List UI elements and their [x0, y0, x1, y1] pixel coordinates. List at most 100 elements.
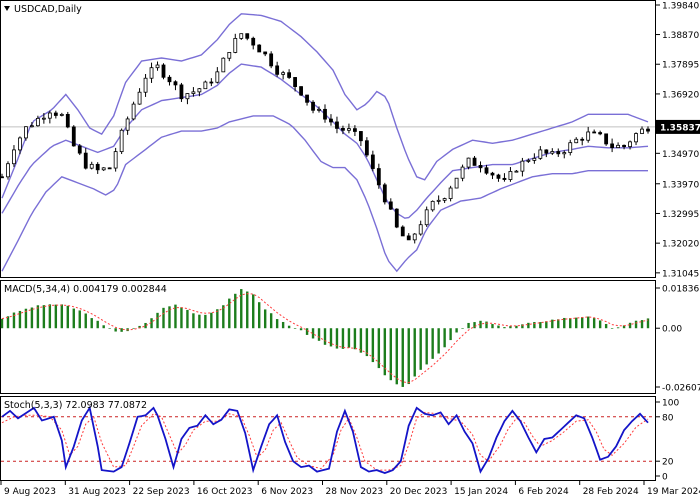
x-axis-label: 28 Nov 2023: [326, 487, 384, 497]
macd-histogram-bar: [263, 309, 267, 329]
stoch-tick-label: 80: [662, 413, 674, 423]
candle-body: [197, 88, 202, 93]
macd-histogram-bar: [48, 304, 52, 329]
macd-histogram-bar: [317, 328, 321, 341]
candle-body: [520, 160, 525, 172]
candle-body: [191, 91, 196, 94]
macd-histogram-bar: [192, 313, 195, 329]
price-tick-label: 1.37895: [662, 61, 699, 71]
stoch-label: Stoch(5,3,3) 72.0983 77.0872: [4, 400, 147, 411]
macd-histogram-bar: [186, 309, 189, 329]
macd-histogram-bar: [628, 322, 632, 329]
candle-body: [251, 37, 256, 46]
macd-histogram-bar: [389, 328, 392, 381]
macd-histogram-bar: [246, 291, 249, 329]
candle-body: [550, 151, 555, 154]
x-axis-label: 16 Oct 2023: [197, 487, 253, 497]
candle-body: [24, 126, 28, 139]
price-panel: [0, 13, 655, 273]
candle-body: [646, 128, 650, 132]
dropdown-arrow-icon[interactable]: [4, 6, 10, 11]
macd-histogram-bar: [114, 328, 117, 332]
macd-histogram-bar: [545, 321, 548, 329]
macd-histogram-bar: [467, 322, 470, 329]
candle-body: [472, 157, 477, 166]
x-axis-label: 31 Aug 2023: [68, 487, 126, 497]
candle-body: [442, 198, 447, 201]
candle-body: [95, 163, 100, 171]
candle-body: [448, 187, 453, 199]
macd-histogram-bar: [365, 328, 369, 357]
macd-histogram-bar: [395, 328, 398, 385]
macd-panel: [0, 289, 650, 387]
macd-histogram-bar: [437, 328, 440, 354]
macd-histogram-bar: [30, 307, 34, 329]
candle-body: [281, 72, 286, 75]
candle-body: [484, 167, 489, 174]
macd-histogram-bar: [377, 328, 381, 369]
candle-body: [311, 101, 315, 111]
macd-histogram-bar: [78, 310, 81, 329]
macd-histogram-bar: [610, 328, 614, 329]
candle-body: [382, 184, 387, 203]
candle-body: [370, 154, 375, 169]
candle-body: [341, 127, 345, 131]
candle-body: [586, 131, 591, 141]
x-axis-label: 20 Dec 2023: [390, 487, 448, 497]
macd-histogram-bar: [455, 328, 458, 333]
candle-body: [610, 143, 615, 149]
macd-histogram-bar: [347, 328, 351, 348]
candle-body: [466, 157, 471, 168]
candle-body: [83, 152, 88, 169]
candle-body: [436, 199, 441, 202]
macd-histogram-bar: [293, 328, 297, 329]
macd-histogram-bar: [84, 313, 87, 329]
x-axis-label: 6 Nov 2023: [261, 487, 313, 497]
candle-body: [574, 138, 579, 144]
candle-body: [388, 201, 393, 210]
macd-histogram-bar: [473, 322, 476, 329]
macd-histogram-bar: [299, 328, 303, 331]
stoch-tick-label: 20: [662, 458, 674, 468]
candle-body: [580, 138, 585, 141]
macd-histogram-bar: [401, 328, 404, 387]
candle-body: [496, 174, 501, 179]
macd-tick-label: 0.00: [662, 325, 682, 335]
candle-body: [275, 65, 280, 75]
macd-histogram-bar: [634, 320, 638, 329]
candle-body: [604, 133, 609, 145]
macd-histogram-bar: [407, 328, 410, 385]
candle-body: [65, 113, 70, 128]
candle-body: [71, 126, 76, 147]
candle-body: [299, 86, 303, 96]
macd-histogram-bar: [234, 293, 237, 329]
candle-body: [329, 118, 333, 123]
macd-histogram-bar: [102, 325, 105, 329]
candle-body: [622, 144, 626, 148]
macd-histogram-bar: [269, 313, 273, 329]
candle-body: [263, 51, 268, 55]
macd-histogram-bar: [275, 319, 279, 329]
candle-body: [364, 140, 369, 156]
bollinger-middle-band: [1, 63, 649, 219]
bollinger-lower-band: [1, 115, 648, 273]
candle-body: [173, 81, 178, 86]
macd-histogram-bar: [329, 328, 333, 347]
macd-histogram-bar: [533, 322, 536, 329]
candle-body: [616, 144, 620, 149]
x-axis-label: 28 Feb 2024: [583, 487, 639, 497]
macd-histogram-bar: [42, 305, 46, 329]
macd-histogram-bar: [485, 321, 488, 329]
candle-body: [514, 170, 519, 173]
candle-body: [424, 209, 429, 226]
x-axis-label: 9 Aug 2023: [4, 487, 56, 497]
candle-body: [77, 145, 82, 154]
macd-histogram-bar: [592, 318, 596, 329]
x-axis-label: 15 Jan 2024: [454, 487, 508, 497]
candle-body: [502, 177, 507, 180]
macd-histogram-bar: [204, 314, 207, 329]
macd-histogram-bar: [54, 304, 58, 329]
candle-body: [353, 128, 357, 132]
candle-body: [490, 172, 495, 176]
current-price-label: 1.35837: [660, 123, 700, 133]
